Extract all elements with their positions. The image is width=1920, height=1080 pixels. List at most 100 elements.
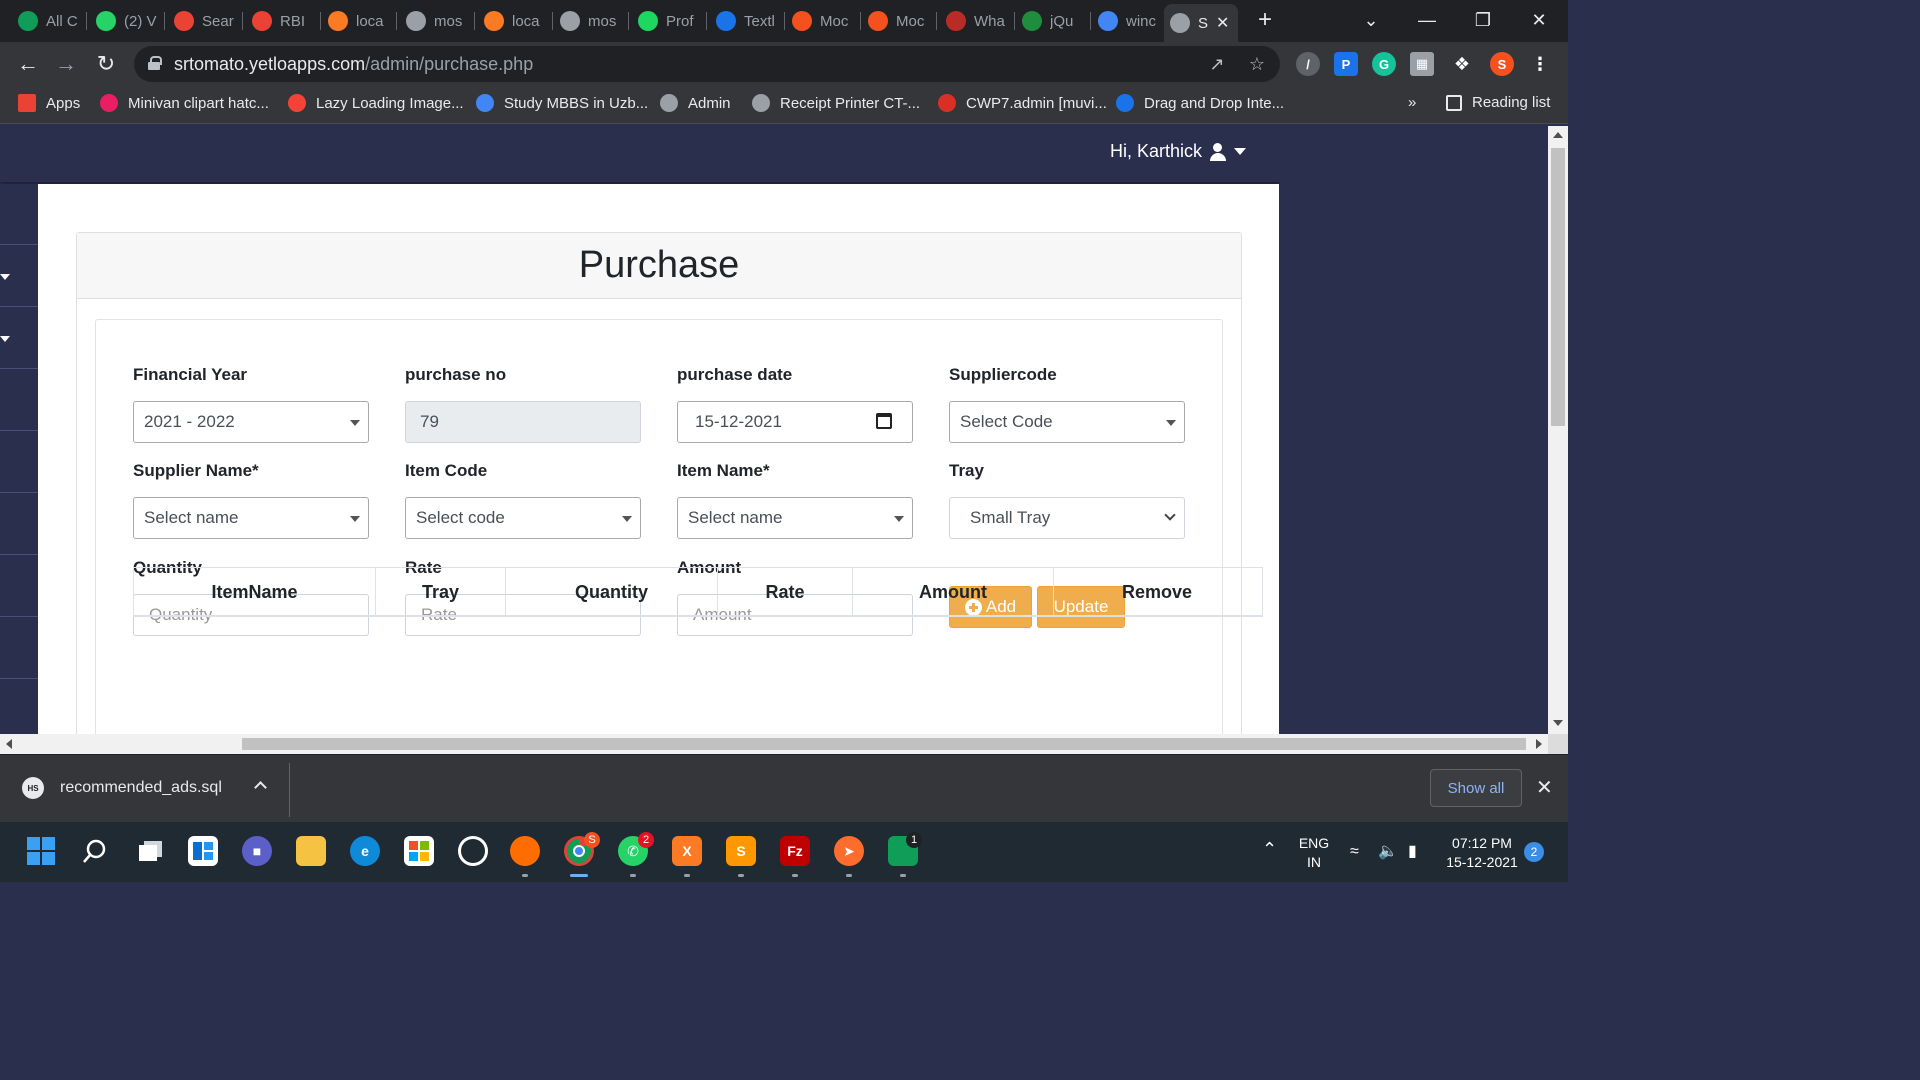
window-close-icon[interactable]: ✕ (1524, 6, 1554, 34)
address-bar[interactable]: srtomato.yetloapps.com/admin/purchase.ph… (134, 46, 1280, 82)
browser-tab[interactable]: Wha (940, 4, 1010, 38)
tab-separator (784, 12, 785, 30)
task-view-icon[interactable] (136, 836, 166, 866)
pen-extension-icon[interactable]: / (1296, 52, 1320, 76)
horizontal-scroll-thumb[interactable] (242, 738, 1526, 750)
tab-separator (706, 12, 707, 30)
tab-search-chevron-icon[interactable]: ⌄ (1356, 6, 1386, 34)
battery-icon[interactable]: ▮ (1408, 842, 1417, 861)
bookmark-item[interactable]: Admin (660, 94, 731, 112)
wifi-icon[interactable]: ≈ (1350, 842, 1359, 861)
horizontal-scrollbar[interactable] (0, 734, 1548, 754)
scroll-left-icon[interactable] (6, 739, 12, 749)
bookmark-item[interactable]: Lazy Loading Image... (288, 94, 464, 112)
edge-icon[interactable]: e (350, 836, 380, 866)
calendar-icon[interactable] (876, 413, 892, 429)
extensions-puzzle-icon[interactable]: ❖ (1450, 52, 1474, 76)
search-icon[interactable] (80, 836, 110, 866)
reading-list-button[interactable]: Reading list (1446, 94, 1550, 111)
browser-tab[interactable]: Textl (710, 4, 780, 38)
grammarly-icon[interactable]: G (1372, 52, 1396, 76)
show-all-button[interactable]: Show all (1430, 769, 1522, 807)
scroll-down-icon[interactable] (1553, 720, 1563, 726)
sidebar-caret-icon[interactable] (0, 274, 10, 280)
restore-icon[interactable]: ❐ (1468, 6, 1498, 34)
sidebar-caret-icon[interactable] (0, 336, 10, 342)
postman-icon[interactable]: ➤ (834, 836, 864, 866)
bookmark-star-icon[interactable]: ☆ (1246, 53, 1268, 75)
share-icon[interactable]: ↗ (1206, 53, 1228, 75)
clock[interactable]: 07:12 PM 15-12-2021 (1440, 834, 1524, 872)
scroll-right-icon[interactable] (1536, 739, 1542, 749)
store-icon[interactable] (404, 836, 434, 866)
bookmark-item[interactable]: Receipt Printer CT-... (752, 94, 920, 112)
new-tab-plus-icon[interactable]: + (1252, 8, 1278, 34)
widgets-icon[interactable] (188, 836, 218, 866)
financial-year-select[interactable]: 2021 - 2022 (133, 401, 369, 443)
downloads-bar: HS recommended_ads.sql Show all ✕ (0, 754, 1568, 822)
bookmark-item[interactable]: CWP7.admin [muvi... (938, 94, 1107, 112)
file-explorer-icon[interactable] (296, 836, 326, 866)
reading-list-label: Reading list (1472, 94, 1551, 111)
vertical-scroll-thumb[interactable] (1551, 148, 1565, 426)
profile-avatar[interactable]: S (1490, 52, 1514, 76)
windows-start-icon[interactable] (26, 836, 56, 866)
browser-tab[interactable]: Sear (168, 4, 238, 38)
browser-tab[interactable]: All C (12, 4, 82, 38)
browser-tab[interactable]: Prof (632, 4, 702, 38)
scroll-up-icon[interactable] (1553, 132, 1563, 138)
kebab-menu-icon[interactable]: ⋮ (1528, 52, 1552, 76)
bookmarks-overflow[interactable]: » (1408, 94, 1416, 111)
browser-tab[interactable]: winc (1092, 4, 1162, 38)
back-arrow-icon[interactable]: ← (14, 50, 42, 78)
p-extension-icon[interactable]: P (1334, 52, 1358, 76)
firefox-icon[interactable] (510, 836, 540, 866)
browser-tab[interactable]: mos (554, 4, 624, 38)
tray-select[interactable]: Small Tray (949, 497, 1185, 539)
download-item[interactable]: HS recommended_ads.sql (22, 777, 222, 799)
purchase-card: Purchase Financial Year 2021 - 2022 purc… (76, 232, 1263, 734)
vertical-scrollbar[interactable] (1548, 126, 1568, 734)
language-indicator[interactable]: ENG IN (1294, 834, 1334, 872)
xampp-icon[interactable]: X (672, 836, 702, 866)
tab-label: Textl (744, 12, 775, 30)
sublime-text-icon[interactable]: S (726, 836, 756, 866)
bookmark-item[interactable]: Study MBBS in Uzb... (476, 94, 648, 112)
item-name-select[interactable]: Select name (677, 497, 913, 539)
lock-icon[interactable] (148, 56, 162, 70)
browser-tab[interactable]: mos (400, 4, 470, 38)
teams-chat-icon[interactable]: ■ (242, 836, 272, 866)
browser-tab[interactable]: RBI (246, 4, 316, 38)
tab-separator (242, 12, 243, 30)
close-tab-icon[interactable]: ✕ (1216, 13, 1229, 33)
browser-tab[interactable]: Moc (786, 4, 856, 38)
supplier-name-select[interactable]: Select name (133, 497, 369, 539)
chat-icon (1116, 94, 1134, 112)
supplier-code-select[interactable]: Select Code (949, 401, 1185, 443)
browser-tab[interactable]: jQu (1016, 4, 1086, 38)
browser-tab[interactable]: Moc (862, 4, 932, 38)
volume-icon[interactable]: 🔈 (1378, 842, 1398, 861)
reload-icon[interactable]: ↻ (92, 50, 120, 78)
filezilla-icon[interactable]: Fz (780, 836, 810, 866)
tab-separator (396, 12, 397, 30)
notification-badge[interactable]: 2 (1524, 842, 1544, 862)
browser-tab[interactable]: loca (478, 4, 548, 38)
chevron-up-icon[interactable]: ⌃ (1262, 840, 1277, 859)
bookmark-item[interactable]: Minivan clipart hatc... (100, 94, 269, 112)
forward-arrow-icon[interactable]: → (52, 50, 80, 78)
chevron-up-icon[interactable] (254, 781, 267, 794)
user-menu[interactable]: Hi, Karthick (1110, 141, 1246, 162)
minimize-icon[interactable]: — (1412, 6, 1442, 34)
close-icon[interactable]: ✕ (1536, 775, 1553, 800)
browser-tab[interactable]: (2) V (90, 4, 160, 38)
purchase-date-input[interactable]: 15-12-2021 (677, 401, 913, 443)
ubuntu-icon[interactable] (458, 836, 488, 866)
bookmark-item[interactable]: Apps (18, 94, 80, 112)
browser-tab[interactable]: S ✕ (1164, 4, 1238, 42)
clipboard-extension-icon[interactable]: ▦ (1410, 52, 1434, 76)
item-code-select[interactable]: Select code (405, 497, 641, 539)
bookmark-item[interactable]: Drag and Drop Inte... (1116, 94, 1284, 112)
browser-tab[interactable]: loca (322, 4, 392, 38)
financial-year-label: Financial Year (133, 365, 248, 384)
